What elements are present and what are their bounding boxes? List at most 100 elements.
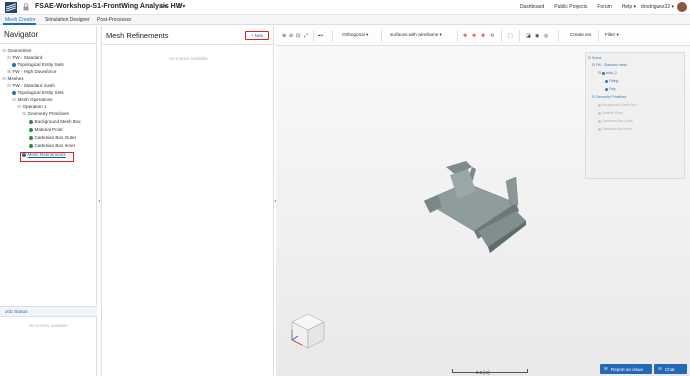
visibility-icon[interactable] [598,119,601,123]
highlight-box [20,152,74,162]
scene-label: Flap [609,87,616,91]
tree-fw-high-downforce[interactable]: ⊞ FW - High Downforce [7,69,56,74]
scene-primitives[interactable]: ⊟ Geometry Primitives [592,95,626,99]
front-wing-model[interactable] [416,161,526,256]
collapse-icon[interactable]: ⊟ [12,97,16,102]
collapse-icon[interactable]: ⊟ [588,56,591,60]
job-status-empty: No entries available [29,323,68,328]
collapse-icon[interactable]: ⊟ [592,63,595,67]
scene-label: Fitting [609,79,619,83]
tree-operation-1[interactable]: ⊟ Operation 1 [17,104,46,109]
top-bar: FSAE-Workshop-S1-FrontWing Analysis HW ⋖… [0,0,690,15]
tree-fw-standard[interactable]: ⊟ FW - Standard [7,55,42,60]
orientation-cube[interactable] [288,312,328,352]
viewer-toolbar: ⊕ ⊖ ⊡ ⤢ ⌖▾ Orthogonal ▾ surfaces with wi… [276,26,690,46]
scene-primitive[interactable]: Background Mesh Box [598,103,636,107]
collapse-icon[interactable]: ⊟ [22,111,26,116]
fit-view-icon[interactable]: ⤢ [304,33,308,39]
tree-topological-entity-sets[interactable]: Topological Entity Sets [12,90,64,95]
zoom-out-icon[interactable]: ⊖ [289,33,293,39]
tree-cartesian-box-inner[interactable]: Cartesian Box Inner [29,143,75,148]
scene-primitive[interactable]: Cartesian Box Inner [598,127,632,131]
visibility-icon[interactable] [605,79,608,83]
forum-link[interactable]: Forum [597,4,611,10]
clip-plane-icon[interactable]: ◪ [526,33,531,39]
collapse-icon[interactable]: ⊟ [7,83,11,88]
chat-icon: ✉ [658,366,662,371]
3d-viewer[interactable]: ⊕ ⊖ ⊡ ⤢ ⌖▾ Orthogonal ▾ surfaces with wi… [276,26,690,376]
public-projects-link[interactable]: Public Projects [554,4,587,10]
divider [598,30,599,42]
zoom-box-icon[interactable]: ⊡ [296,33,300,39]
scene-primitive[interactable]: Cartesian Box Outer [598,119,633,123]
tree-meshes[interactable]: ⊟ Meshes [2,76,23,81]
scene-primitive[interactable]: Material Point [598,111,623,115]
share-icon[interactable]: ⋖▾ [159,3,167,10]
tree-label: Background Mesh Box [34,119,81,124]
entity-set-icon [12,90,16,95]
active-tab-indicator [3,23,36,25]
entity-set-icon [12,62,16,67]
axis-y-icon[interactable]: ✥ [472,33,476,39]
tree-label: Geometry Primitives [27,111,69,116]
divider [313,30,314,42]
user-menu[interactable]: drodriguez32 ▾ [641,4,674,10]
report-issue-button[interactable]: ✉ Report an issue [600,364,652,374]
visibility-icon[interactable] [598,111,601,115]
tab-bar: Mesh Creator Simulation Designer Post-Pr… [0,15,690,25]
axis-z-icon[interactable]: ✥ [481,33,485,39]
gear-icon[interactable]: ⚙▾ [177,3,185,10]
avatar[interactable] [677,2,687,12]
help-menu[interactable]: Help ▾ [622,4,636,10]
collapse-icon[interactable]: ⊟ [17,104,21,109]
tree-label: FW - Standard [12,55,43,60]
visibility-icon[interactable]: ◉ [535,33,539,39]
new-refinement-button[interactable]: + New [245,31,269,40]
visibility-icon[interactable] [598,127,601,131]
render-mode-dropdown[interactable]: surfaces with wireframe ▾ [390,32,442,40]
collapse-icon[interactable]: ⊟ [7,55,11,60]
selection-box-icon[interactable]: ⬚ [508,33,513,39]
navigator-panel: Navigator ⊟ Geometries ⊟ FW - Standard T… [0,26,97,305]
collapse-icon[interactable]: ⊟ [598,71,601,75]
chat-button[interactable]: ✉ Chat [654,364,687,374]
view-axis-icon[interactable]: ⌖▾ [318,33,323,39]
visibility-icon[interactable] [601,71,605,75]
scene-mesh[interactable]: ⊟ FW - Standard mesh [592,63,627,67]
collapse-icon[interactable]: ⊟ [2,76,6,81]
collapse-icon[interactable]: ⊟ [2,48,6,53]
tree-background-mesh-box[interactable]: Background Mesh Box [29,119,81,124]
tree-topological-entity-sets[interactable]: Topological Entity Sets [12,62,64,67]
tree-mesh-operations[interactable]: ⊟ Mesh Operations [12,97,52,102]
dashboard-link[interactable]: Dashboard [520,4,544,10]
scale-bar [452,369,528,373]
tree-fw-standard-mesh[interactable]: ⊟ FW - Standard mesh [7,83,55,88]
expand-icon[interactable]: ⊞ [7,69,11,74]
job-status-header[interactable]: Job Status [0,307,97,317]
divider [102,44,275,45]
create-set-button[interactable]: Create set [570,32,591,40]
scene-solid[interactable]: ⊟ solid_0 [598,71,617,75]
visibility-icon[interactable] [598,103,601,107]
tab-post-processor[interactable]: Post-Processor [97,17,131,23]
tree-label: Geometries [7,48,32,53]
filter-dropdown[interactable]: Filter ▾ [605,32,619,40]
rotate-icon[interactable]: ⟲ [490,33,494,39]
tree-geometry-primitives[interactable]: ⊟ Geometry Primitives [22,111,69,116]
eye-icon[interactable]: ◎ [544,33,548,39]
tree-material-point[interactable]: Material Point [29,127,63,132]
scene-flap[interactable]: Flap [605,87,616,91]
lock-icon [23,3,29,11]
simscale-logo[interactable] [5,2,17,13]
scene-label: Geometry Primitives [595,95,627,99]
tree-cartesian-box-outer[interactable]: Cartesian Box Outer [29,135,76,140]
tree-geometries[interactable]: ⊟ Geometries [2,48,31,53]
collapse-icon[interactable]: ⊟ [592,95,595,99]
zoom-in-icon[interactable]: ⊕ [282,33,286,39]
projection-dropdown[interactable]: Orthogonal ▾ [342,32,368,40]
tab-simulation-designer[interactable]: Simulation Designer [45,17,90,23]
scene-fitting[interactable]: Fitting [605,79,618,83]
scene-root[interactable]: ⊟ Scene [588,56,601,60]
visibility-icon[interactable] [605,87,608,91]
axis-x-icon[interactable]: ✥ [463,33,467,39]
